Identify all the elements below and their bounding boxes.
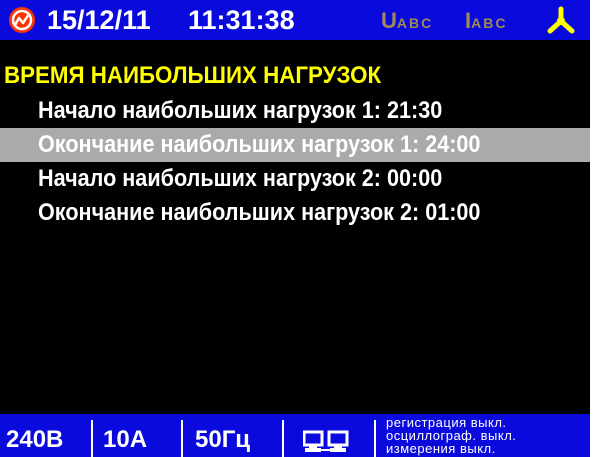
current-indicator: IABC: [465, 9, 507, 36]
mode-status-info: регистрация выкл. осциллограф. выкл. изм…: [386, 416, 516, 455]
menu-title: ВРЕМЯ НАИБОЛЬШИХ НАГРУЗОК: [4, 62, 382, 89]
status-bar: 15/12/11 11:31:38 UABC IABC: [0, 0, 590, 40]
menu-item-peak-start-2[interactable]: Начало наибольших нагрузок 2: 00:00: [0, 162, 590, 196]
menu-item-label: Окончание наибольших нагрузок 2: 01:00: [38, 199, 481, 226]
status-time: 11:31:38: [188, 5, 295, 35]
no-signal-logo-icon: [9, 7, 35, 33]
three-phase-icon: [547, 6, 575, 34]
nominal-current-value: 10А: [103, 426, 148, 453]
menu-item-peak-start-1[interactable]: Начало наибольших нагрузок 1: 21:30: [0, 94, 590, 128]
network-computers-icon: [303, 430, 349, 452]
bottom-divider: [91, 420, 93, 457]
bottom-divider: [374, 420, 376, 457]
voltage-indicator: UABC: [381, 9, 433, 36]
device-screen: 15/12/11 11:31:38 UABC IABC ВРЕМЯ НАИБОЛ…: [0, 0, 590, 457]
bottom-divider: [181, 420, 183, 457]
nominal-frequency-value: 50Гц: [195, 426, 251, 453]
status-date: 15/12/11: [47, 5, 151, 35]
voltage-indicator-letter: U: [381, 8, 397, 33]
menu-item-label: Начало наибольших нагрузок 1: 21:30: [38, 97, 443, 124]
current-indicator-phases: ABC: [471, 15, 508, 31]
device-frame: 15/12/11 11:31:38 UABC IABC ВРЕМЯ НАИБОЛ…: [0, 0, 597, 457]
bottom-status-bar: 240В 10А 50Гц регистрация выкл. осциллог…: [0, 414, 590, 457]
menu-item-label: Окончание наибольших нагрузок 1: 24:00: [38, 131, 481, 158]
menu-item-peak-end-1[interactable]: Окончание наибольших нагрузок 1: 24:00: [0, 128, 590, 162]
menu-item-label: Начало наибольших нагрузок 2: 00:00: [38, 165, 443, 192]
bottom-divider: [282, 420, 284, 457]
menu-item-peak-end-2[interactable]: Окончание наибольших нагрузок 2: 01:00: [0, 196, 590, 230]
nominal-voltage-value: 240В: [6, 426, 64, 453]
measurement-status: измерения выкл.: [386, 441, 496, 456]
voltage-indicator-phases: ABC: [396, 15, 434, 31]
